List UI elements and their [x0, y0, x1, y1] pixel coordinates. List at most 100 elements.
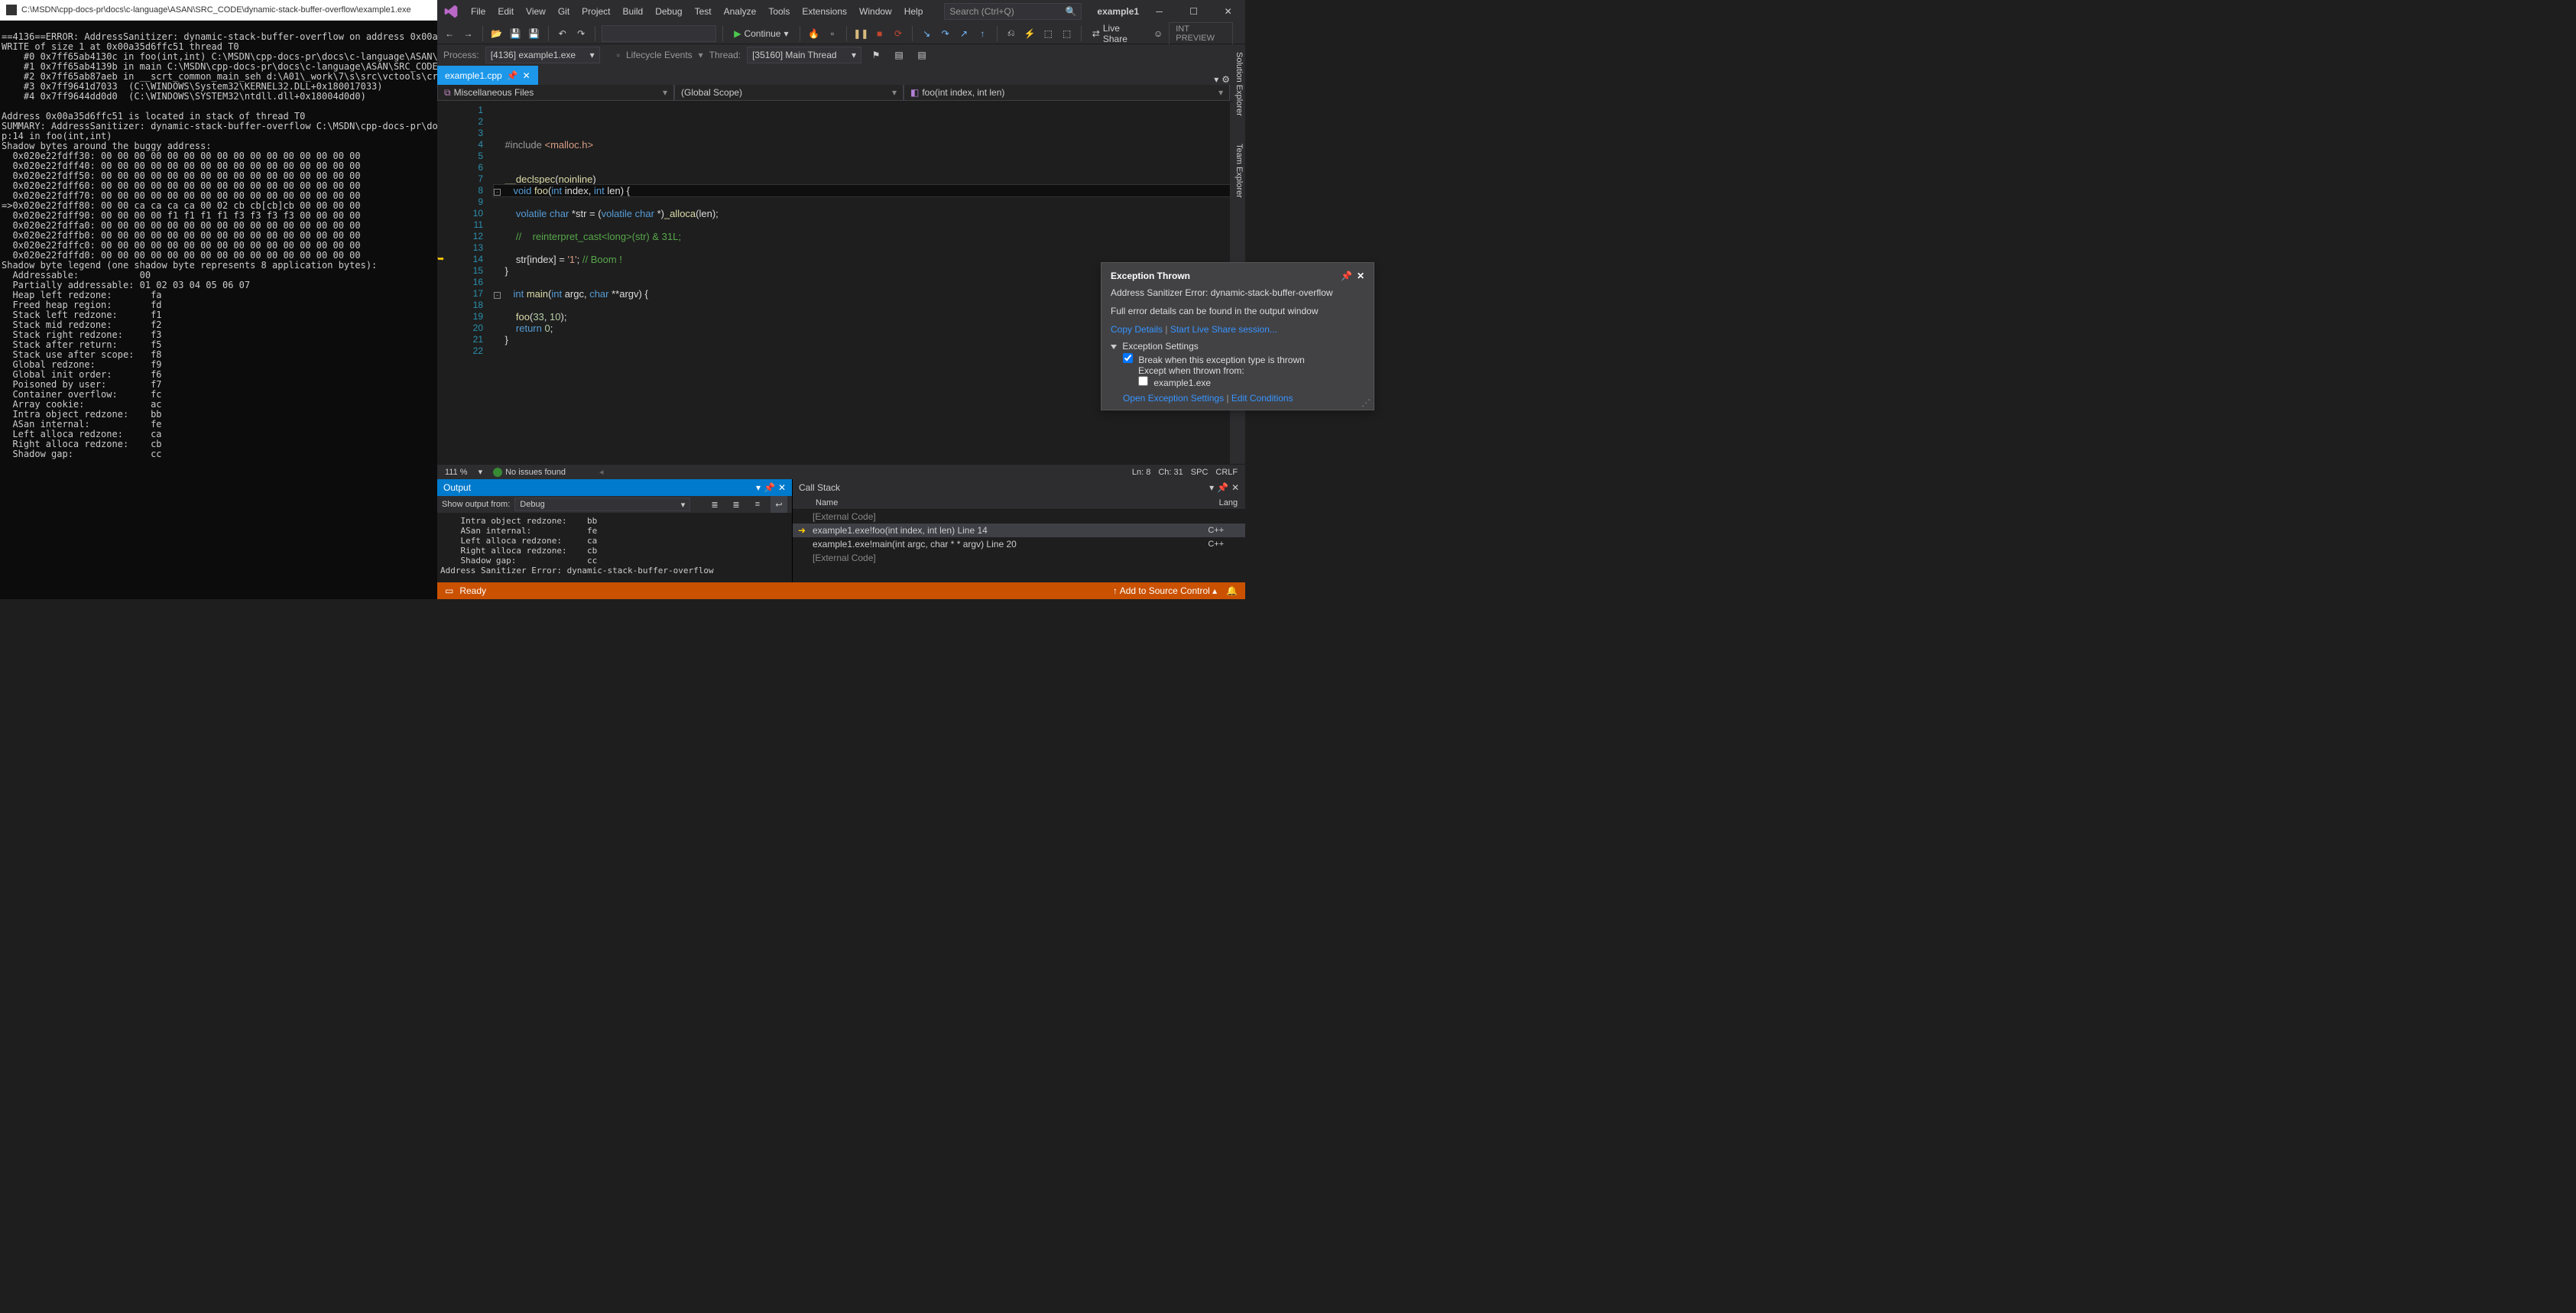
process-dropdown[interactable]: [4136] example1.exe▾ — [485, 47, 600, 63]
config-dropdown[interactable] — [602, 25, 716, 42]
feedback-icon[interactable]: ☺ — [1150, 25, 1166, 42]
stack-frame-icon2[interactable]: ▤ — [913, 47, 930, 63]
panel-dropdown-icon[interactable]: ▾ — [1209, 482, 1214, 493]
issues-indicator[interactable]: No issues found — [493, 468, 566, 477]
minimize-button[interactable]: ─ — [1142, 0, 1176, 23]
line-ending: CRLF — [1215, 468, 1238, 477]
panel-pin-icon[interactable]: 📌 — [764, 482, 775, 493]
close-icon[interactable]: ✕ — [1357, 271, 1364, 281]
lifecycle-icon[interactable]: ▫ — [617, 50, 620, 60]
nav-member[interactable]: ◧ foo(int index, int len) ▾ — [904, 85, 1230, 101]
callstack-title[interactable]: Call Stack ▾ 📌 ✕ — [793, 479, 1245, 496]
save-all-button[interactable]: 💾 — [526, 25, 541, 42]
team-explorer-tab[interactable]: Team Explorer — [1233, 138, 1245, 204]
nav-back-button[interactable]: ← — [442, 25, 457, 42]
module-checkbox[interactable]: example1.exe — [1123, 376, 1364, 388]
nav-scope[interactable]: (Global Scope) ▾ — [674, 85, 904, 101]
menu-debug[interactable]: Debug — [649, 0, 688, 23]
pin-icon[interactable]: 📌 — [1341, 271, 1352, 281]
output-icon3[interactable]: ≡ — [749, 496, 766, 513]
callstack-row[interactable]: example1.exe!main(int argc, char * * arg… — [793, 537, 1245, 551]
int-preview-badge: INT PREVIEW — [1169, 22, 1233, 45]
zoom-level[interactable]: 111 % — [445, 468, 468, 477]
restart-button[interactable]: ⟳ — [891, 25, 906, 42]
undo-button[interactable]: ↶ — [555, 25, 570, 42]
edit-conditions-link[interactable]: Edit Conditions — [1231, 393, 1293, 404]
output-body[interactable]: Intra object redzone: bb ASan internal: … — [437, 513, 792, 582]
live-share-button[interactable]: ⇄ Live Share — [1088, 23, 1147, 44]
step-out-button[interactable]: ↗ — [956, 25, 972, 42]
menu-git[interactable]: Git — [552, 0, 576, 23]
start-live-share-link[interactable]: Start Live Share session... — [1170, 324, 1277, 335]
menu-edit[interactable]: Edit — [492, 0, 520, 23]
expander-icon[interactable] — [1111, 345, 1117, 349]
tool-btn-1[interactable]: ▫ — [825, 25, 840, 42]
output-icon1[interactable]: ≣ — [706, 496, 723, 513]
save-button[interactable]: 💾 — [508, 25, 523, 42]
menu-window[interactable]: Window — [853, 0, 898, 23]
menu-extensions[interactable]: Extensions — [796, 0, 853, 23]
resize-grip-icon[interactable]: ⋰ — [1361, 397, 1371, 408]
menu-help[interactable]: Help — [898, 0, 930, 23]
thread-dropdown[interactable]: [35160] Main Thread▾ — [747, 47, 861, 63]
hot-reload-icon[interactable]: 🔥 — [806, 25, 821, 42]
menu-file[interactable]: File — [465, 0, 492, 23]
tool-btn-2[interactable]: ⎌ — [1003, 25, 1018, 42]
callstack-body[interactable]: [External Code]➜example1.exe!foo(int ind… — [793, 510, 1245, 582]
tool-btn-3[interactable]: ⚡ — [1022, 25, 1037, 42]
continue-label: Continue — [744, 28, 780, 39]
notification-icon[interactable]: 🔔 — [1226, 585, 1238, 596]
flag-icon[interactable]: ⚑ — [868, 47, 884, 63]
scroll-left-button[interactable]: ◂ — [599, 467, 604, 477]
output-title[interactable]: Output ▾ 📌 ✕ — [437, 479, 792, 496]
menu-test[interactable]: Test — [689, 0, 718, 23]
source-control-button[interactable]: ↑ Add to Source Control ▴ — [1113, 585, 1217, 596]
zoom-dropdown-icon[interactable]: ▾ — [479, 467, 483, 477]
panel-close-icon[interactable]: ✕ — [778, 482, 786, 493]
close-tab-button[interactable]: ✕ — [523, 70, 530, 81]
output-source-dropdown[interactable]: Debug▾ — [514, 498, 690, 511]
solution-explorer-tab[interactable]: Solution Explorer — [1233, 46, 1245, 122]
close-button[interactable]: ✕ — [1211, 0, 1245, 23]
nav-project[interactable]: ⧉ Miscellaneous Files ▾ — [437, 85, 674, 101]
output-icon2[interactable]: ≣ — [728, 496, 745, 513]
menu-view[interactable]: View — [520, 0, 552, 23]
step-over-button[interactable]: ↷ — [937, 25, 952, 42]
callstack-row[interactable]: ➜example1.exe!foo(int index, int len) Li… — [793, 524, 1245, 537]
panel-close-icon[interactable]: ✕ — [1231, 482, 1239, 493]
pause-button[interactable]: ❚❚ — [853, 25, 868, 42]
panel-dropdown-icon[interactable]: ▾ — [756, 482, 761, 493]
search-box[interactable]: Search (Ctrl+Q) 🔍 — [944, 3, 1082, 20]
output-wrap-icon[interactable]: ↩ — [771, 496, 787, 513]
menu-project[interactable]: Project — [576, 0, 616, 23]
tool-btn-5[interactable]: ⬚ — [1059, 25, 1075, 42]
tab-dropdown-button[interactable]: ▾ — [1214, 74, 1218, 85]
open-exception-settings-link[interactable]: Open Exception Settings — [1123, 393, 1224, 404]
live-share-icon: ⇄ — [1092, 28, 1100, 39]
callstack-row[interactable]: [External Code] — [793, 551, 1245, 565]
callstack-col-name: Name — [800, 498, 838, 507]
continue-button[interactable]: ▶ Continue ▾ — [729, 25, 793, 42]
stop-button[interactable]: ■ — [871, 25, 887, 42]
break-when-checkbox[interactable]: Break when this exception type is thrown — [1123, 355, 1305, 365]
panel-pin-icon[interactable]: 📌 — [1217, 482, 1228, 493]
file-tab-example1[interactable]: example1.cpp 📌 ✕ — [437, 66, 538, 85]
step-into-button[interactable]: ↘ — [919, 25, 934, 42]
menu-tools[interactable]: Tools — [762, 0, 796, 23]
menu-build[interactable]: Build — [617, 0, 650, 23]
breakpoint-margin[interactable] — [437, 102, 448, 464]
pin-icon[interactable]: 📌 — [507, 70, 518, 81]
tab-settings-button[interactable]: ⚙ — [1221, 74, 1230, 85]
output-source-label: Show output from: — [442, 500, 510, 509]
step-backward-button[interactable]: ↑ — [975, 25, 990, 42]
redo-button[interactable]: ↷ — [573, 25, 589, 42]
tool-btn-4[interactable]: ⬚ — [1040, 25, 1056, 42]
open-file-button[interactable]: 📂 — [489, 25, 504, 42]
stack-frame-icon[interactable]: ▤ — [891, 47, 907, 63]
callstack-row[interactable]: [External Code] — [793, 510, 1245, 524]
copy-details-link[interactable]: Copy Details — [1111, 324, 1163, 335]
maximize-button[interactable]: ☐ — [1176, 0, 1211, 23]
menu-analyze[interactable]: Analyze — [718, 0, 763, 23]
chevron-down-icon: ▾ — [663, 87, 667, 98]
nav-forward-button[interactable]: → — [460, 25, 475, 42]
